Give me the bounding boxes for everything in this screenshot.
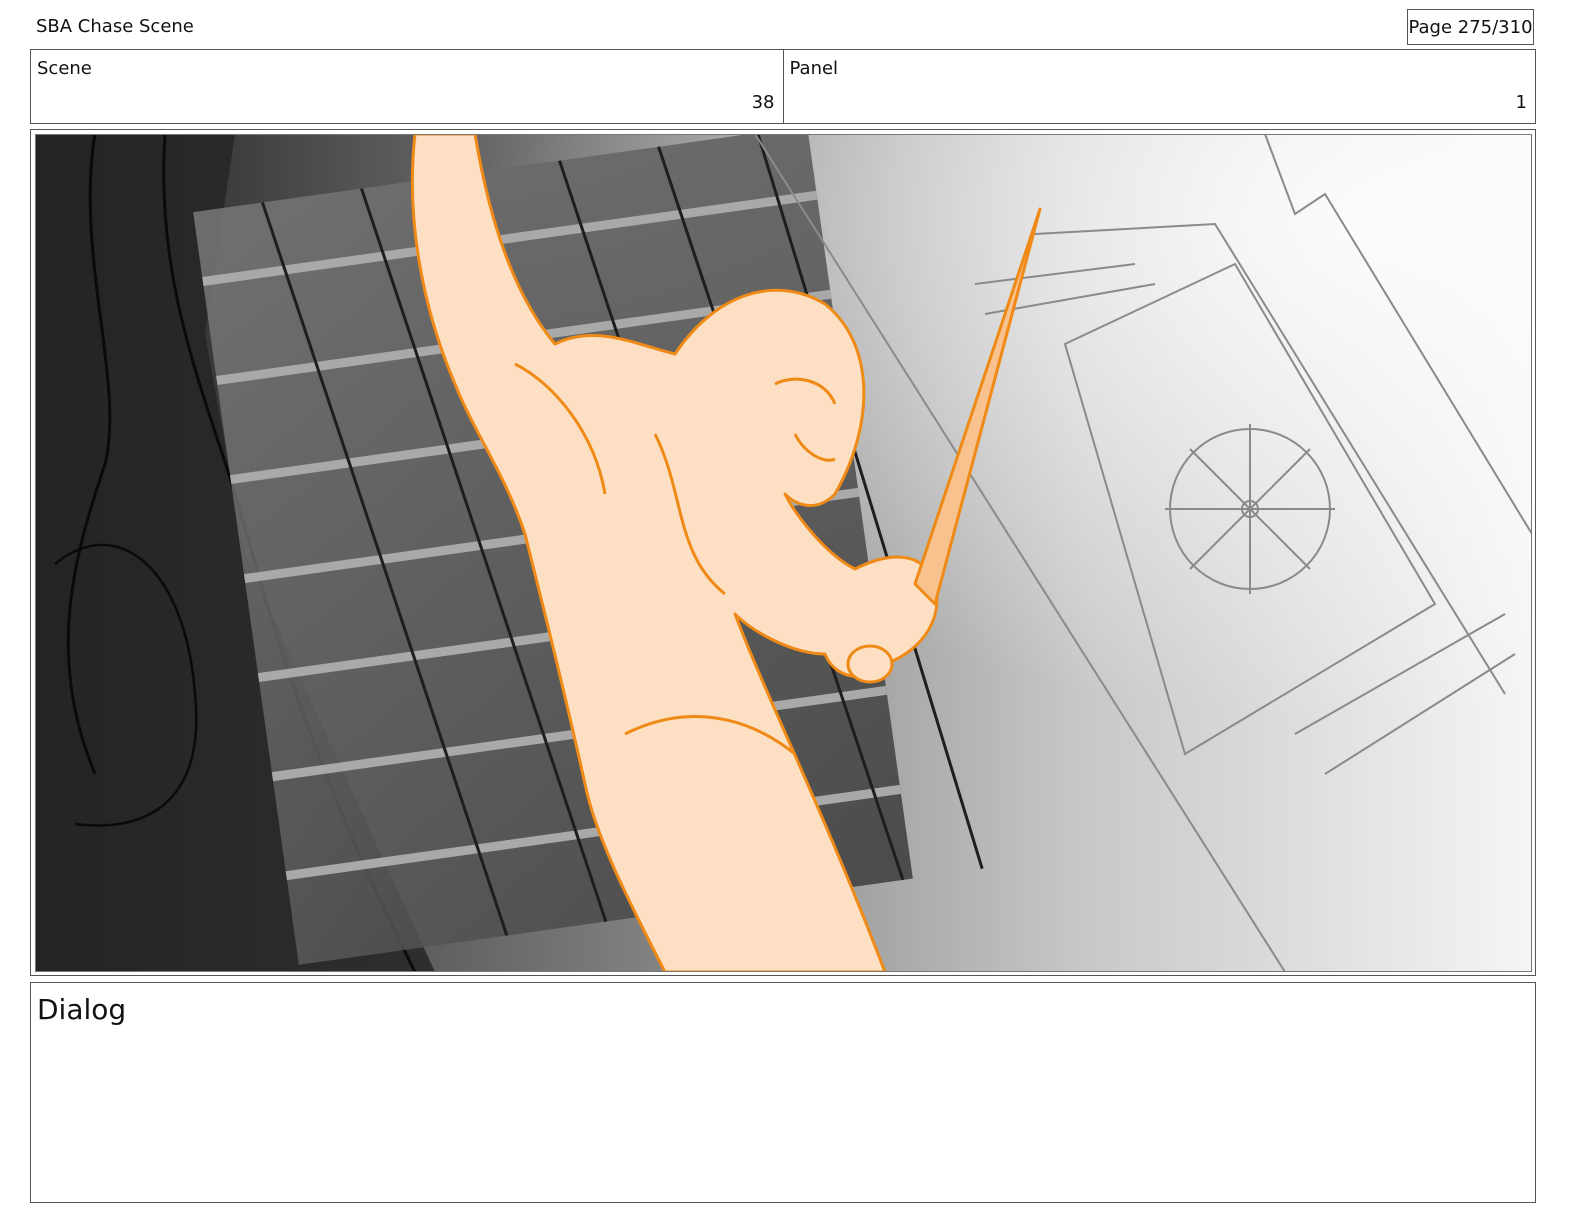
scene-cell: Scene 38	[31, 50, 783, 123]
storyboard-frame	[30, 129, 1536, 976]
panel-cell: Panel 1	[782, 50, 1536, 123]
panel-label: Panel	[789, 58, 839, 79]
scene-panel-row: Scene 38 Panel 1	[30, 49, 1536, 124]
dialog-label: Dialog	[37, 993, 127, 1026]
scene-label: Scene	[37, 58, 92, 79]
storyboard-drawing	[35, 134, 1532, 972]
page-counter: Page 275/310	[1407, 9, 1534, 45]
panel-number: 1	[1515, 92, 1527, 113]
document-title: SBA Chase Scene	[36, 16, 194, 37]
scene-number: 38	[751, 92, 775, 113]
dialog-box[interactable]: Dialog	[30, 982, 1536, 1203]
